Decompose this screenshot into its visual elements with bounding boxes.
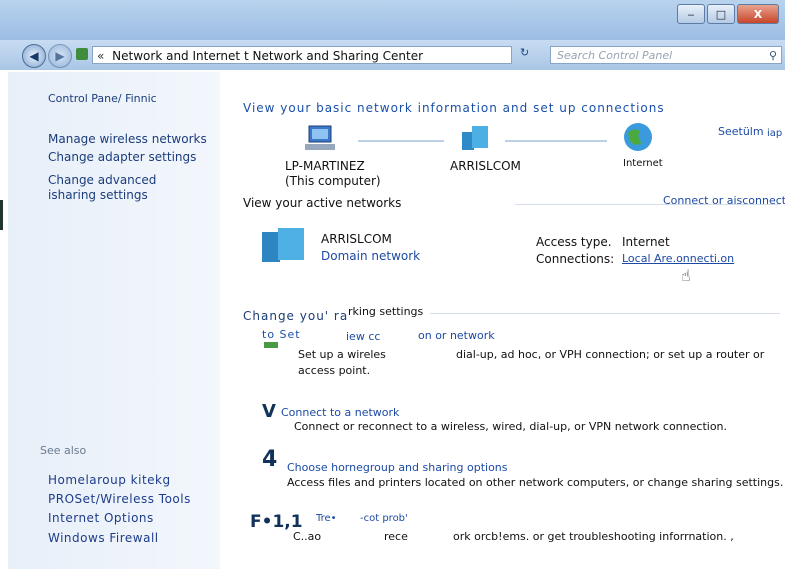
item1-desc-b: dial-up, ad hoc, or VPH connection; or s… [456,348,765,361]
troubleshoot-icon: F•1,1 [250,512,303,532]
refresh-icon: ↻ [520,46,530,59]
see-full-map-link[interactable]: Seetülm [718,125,764,138]
arrow-right-icon: ▶ [55,49,65,63]
item1-link-a[interactable]: to Set [262,328,301,341]
map-link-suffix[interactable]: iap [767,128,782,139]
network-type-link[interactable]: Domain network [321,249,420,263]
change-settings-heading-a: Change you' ra [243,309,349,323]
sidebar-title[interactable]: Control Pane/ Finnic [48,92,157,105]
sidebar-link-change-adapter[interactable]: Change adapter settings [48,150,196,164]
homegroup-sharing-link[interactable]: Choose hornegroup and sharing options [287,461,508,474]
item1-desc-c: access point. [298,364,371,377]
active-networks-heading: View your active networks [243,196,402,210]
navigation-bar: ◀ ▶ « Network and Internet t Network and… [0,40,785,70]
title-bar: ‒ □ X [0,0,785,40]
hand-cursor-icon: ☝ [681,266,691,285]
computer-name: LP-MARTINEZ [285,159,365,173]
setup-connection-icon [264,342,278,348]
local-area-connection-link[interactable]: Local Are.onnecti.on [622,252,734,265]
page-heading: View your basic network information and … [243,101,665,115]
internet-label[interactable]: Internet [623,158,663,169]
connections-label: Connections: [536,252,615,266]
back-button[interactable]: ◀ [22,44,46,68]
item1-link-b[interactable]: iew cc [346,330,380,343]
router-icon [460,124,492,156]
item1-link-c[interactable]: on or network [418,329,495,342]
see-also-label: See also [40,444,87,457]
connection-line-1 [358,140,444,142]
see-also-homegroup[interactable]: Homelaroup kitekg [48,473,171,487]
router-name: ARRISLCOM [450,159,521,173]
computer-icon [303,124,339,158]
divider-change [430,313,780,314]
arrow-left-icon: ◀ [29,49,39,63]
internet-globe-icon [622,121,654,157]
troubleshoot-link-b[interactable]: -cot prob' [360,513,408,524]
change-settings-heading-b: rking settings [348,305,424,318]
search-input[interactable]: Search Control Panel ⚲ [550,46,782,64]
connection-line-2 [505,140,607,142]
sidebar-link-manage-wireless[interactable]: Manage wireless networks [48,132,207,146]
connect-to-network-link[interactable]: Connect to a network [281,406,399,419]
sidebar-link-sharing-settings[interactable]: isharing settings [48,188,148,202]
see-also-proset[interactable]: PROSet/Wireless Tools [48,492,191,506]
troubleshoot-link-a[interactable]: Tre• [316,513,337,524]
active-network-name: ARRISLCOM [321,232,392,246]
sidebar-link-change-advanced[interactable]: Change advanced [48,173,156,187]
see-also-internet-options[interactable]: Internet Options [48,511,154,525]
search-placeholder: Search Control Panel [557,49,673,62]
computer-subtitle: (This computer) [285,174,381,188]
minimize-button[interactable]: ‒ [677,4,705,24]
troubleshoot-desc-a: C..ao [293,530,322,543]
left-edge-artifact [0,200,3,230]
address-text: Network and Internet t Network and Shari… [112,49,424,63]
network-icon [76,48,88,60]
troubleshoot-desc-b: rece [384,530,408,543]
forward-button[interactable]: ▶ [48,44,72,68]
connect-disconnect-link[interactable]: Connect or aisconnect [663,194,785,207]
address-bar[interactable]: « Network and Internet t Network and Sha… [92,46,512,64]
item1-desc-a: Set up a wireles [298,348,386,361]
connect-network-icon: V [262,401,276,422]
refresh-button[interactable]: ↻ [520,46,544,64]
window-controls: ‒ □ X [677,4,779,24]
access-type-value: Internet [622,235,670,249]
access-type-label: Access type. [536,235,612,249]
network-location-icon [260,226,312,268]
troubleshoot-desc-c: ork orcb!ems. or get troubleshooting inf… [453,530,734,543]
address-separator: « [97,49,105,63]
homegroup-icon: 4 [262,447,278,472]
search-icon[interactable]: ⚲ [769,47,777,65]
homegroup-sharing-desc: Access files and printers located on oth… [287,476,784,489]
see-also-firewall[interactable]: Windows Firewall [48,531,159,545]
connect-to-network-desc: Connect or reconnect to a wireless, wire… [294,420,728,433]
close-button[interactable]: X [737,4,779,24]
maximize-button[interactable]: □ [707,4,735,24]
